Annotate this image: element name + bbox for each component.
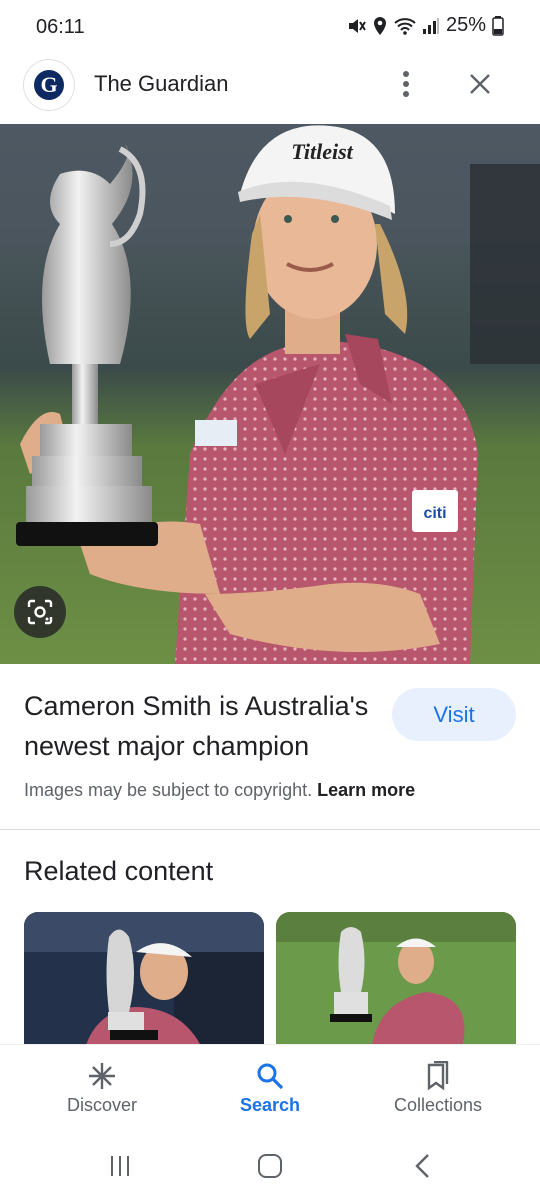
- recents-icon: [111, 1156, 129, 1176]
- nav-label-search: Search: [239, 1095, 301, 1115]
- nav-discover[interactable]: Discover: [12, 1045, 192, 1135]
- mute-icon: [348, 18, 366, 33]
- wifi-icon: [394, 17, 416, 35]
- bottom-navigation: Discover Search Collections: [0, 1044, 540, 1135]
- nav-search[interactable]: Search: [180, 1045, 360, 1135]
- location-icon: [373, 16, 386, 35]
- bookmarks-icon: [427, 1061, 449, 1091]
- recents-button[interactable]: [90, 1146, 150, 1186]
- related-thumbnail[interactable]: [24, 912, 264, 1052]
- caption-title: Cameron Smith is Australia's newest majo…: [24, 691, 369, 761]
- visit-button[interactable]: Visit: [392, 688, 516, 741]
- close-icon: [470, 74, 490, 94]
- signal-icon: [422, 17, 439, 34]
- nav-label-discover: Discover: [66, 1095, 137, 1115]
- status-time: 06:11: [36, 16, 85, 38]
- copyright-text: Images may be subject to copyright.: [24, 780, 313, 800]
- nav-collections[interactable]: Collections: [348, 1045, 528, 1135]
- google-lens-button[interactable]: [14, 586, 66, 638]
- more-vert-icon: [403, 71, 409, 97]
- copyright-notice: Images may be subject to copyright. Lear…: [24, 780, 415, 801]
- home-icon: [258, 1154, 282, 1178]
- status-icons: 25%: [346, 14, 504, 37]
- related-thumbnail[interactable]: [276, 912, 516, 1052]
- divider: [0, 829, 540, 830]
- battery-percent: 25%: [445, 14, 486, 36]
- close-button[interactable]: [460, 64, 500, 104]
- sponsor-logo: citi: [423, 505, 446, 522]
- battery-icon: [492, 15, 504, 36]
- source-header: G The Guardian: [0, 56, 540, 124]
- guardian-logo[interactable]: G: [24, 60, 74, 110]
- logo-letter: G: [34, 70, 64, 100]
- source-title[interactable]: The Guardian: [94, 71, 229, 97]
- golfer-trophy-photo: citi Titleist: [0, 124, 540, 664]
- back-icon: [415, 1154, 429, 1178]
- main-image[interactable]: citi Titleist: [0, 124, 540, 664]
- asterisk-icon: [89, 1063, 115, 1089]
- cap-logo: Titleist: [291, 139, 353, 164]
- image-caption[interactable]: Cameron Smith is Australia's newest majo…: [24, 686, 374, 766]
- learn-more-link[interactable]: Learn more: [317, 780, 415, 800]
- status-bar: 06:11 25%: [0, 0, 540, 56]
- search-icon: [257, 1063, 284, 1090]
- lens-icon: [27, 599, 53, 625]
- home-button[interactable]: [240, 1146, 300, 1186]
- system-navigation: [0, 1134, 540, 1200]
- back-button[interactable]: [392, 1146, 452, 1186]
- more-options-button[interactable]: [390, 64, 422, 104]
- nav-label-collections: Collections: [393, 1095, 483, 1115]
- related-content-heading: Related content: [24, 856, 214, 886]
